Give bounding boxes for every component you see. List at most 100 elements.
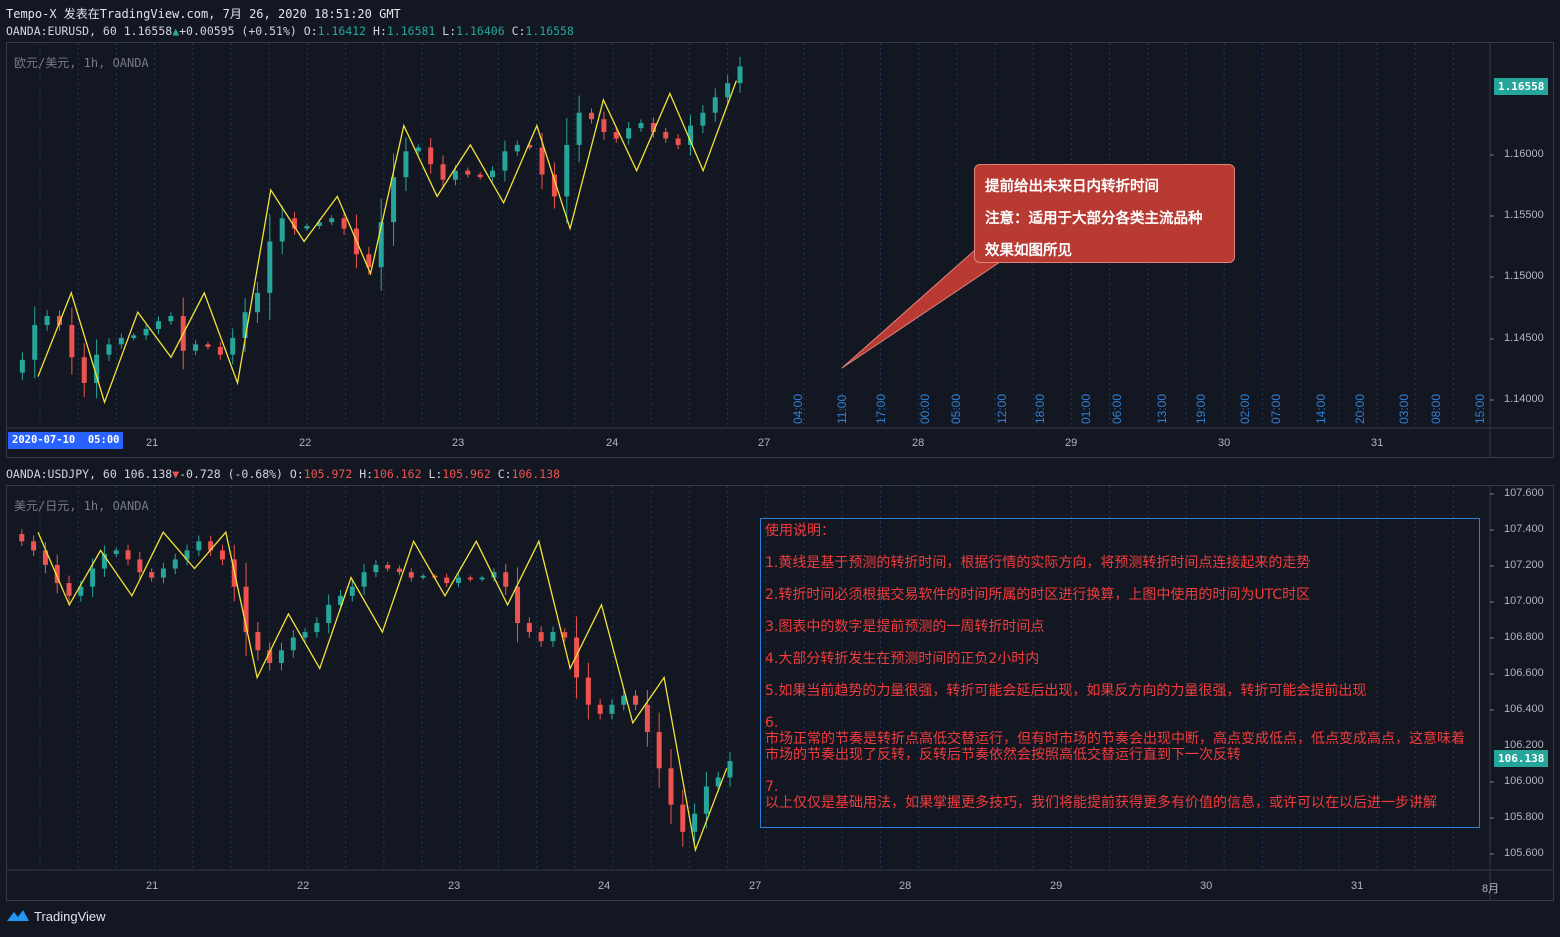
date-tick-label: 23 (452, 437, 465, 449)
forecast-time-label: 20:00 (1353, 394, 1367, 424)
notes-title: 使用说明： (765, 523, 835, 539)
callout-line-2: 注意：适用于大部分各类主流品种 (985, 211, 1203, 227)
candle-body (106, 344, 112, 355)
forecast-time-label: 04:00 (791, 394, 805, 424)
candle-body (69, 325, 75, 358)
candle-body (638, 123, 644, 129)
callout-pointer (841, 249, 1002, 369)
forecast-time-label: 15:00 (1473, 394, 1487, 424)
candle-body (329, 218, 335, 223)
notes-item-5: 5.如果当前趋势的力量很强，转折可能会延后出现，如果反方向的力量很强，转折可能会… (765, 683, 1367, 699)
date-tick-label: 30 (1218, 437, 1231, 449)
date-tick-label: 31 (1351, 880, 1364, 892)
forecast-time-label: 06:00 (1110, 394, 1124, 424)
candle-body (725, 83, 731, 98)
forecast-time-label: 11:00 (835, 395, 849, 424)
candle-body (539, 147, 545, 175)
candle-body (428, 147, 434, 165)
forecast-time-label: 07:00 (1269, 394, 1283, 424)
date-tick-label: 8月 (1482, 883, 1500, 895)
candle-body (440, 164, 446, 180)
forecast-time-label: 02:00 (1238, 394, 1252, 424)
notes-item-4: 4.大部分转折发生在预测时间的正负2小时内 (765, 651, 1040, 667)
price-tick-label: 105.600 (1504, 847, 1544, 859)
tradingview-logo-icon (7, 910, 29, 921)
forecast-time-label: 13:00 (1155, 394, 1169, 424)
notes-item-2: 2.转折时间必须根据交易软件的时间所属的时区进行换算，上图中使用的时间为UTC时… (765, 587, 1311, 603)
usdjpy-watermark: 美元/日元, 1h, OANDA (14, 499, 149, 513)
candle-body (490, 170, 496, 178)
notes-item-7: 以上仅仅是基础用法，如果掌握更多技巧，我们将能提前获得更多有价值的信息，或许可以… (765, 795, 1437, 811)
candle-body (712, 97, 718, 113)
notes-item-6: 市场正常的节奏是转折点高低交替运行，但有时市场的节奏会出现中断，高点变成低点，低… (765, 731, 1465, 763)
notes-item-7-num: 7. (765, 779, 779, 795)
usdjpy-open-label: O: (289, 467, 304, 481)
usage-notes: 使用说明： 1.黄线是基于预测的转折时间，根据行情的实际方向，将预测转折时间点连… (760, 518, 1480, 828)
date-tick-label: 22 (297, 880, 310, 892)
candle-body (304, 225, 310, 229)
candle-body (675, 138, 681, 145)
date-tick-label: 29 (1050, 880, 1063, 892)
usdjpy-low-label: L: (428, 467, 443, 481)
candle-body (143, 328, 149, 336)
usdjpy-low: 105.962 (442, 467, 491, 481)
forecast-callout: 提前给出未来日内转折时间 注意：适用于大部分各类主流品种 效果如图所见 (974, 164, 1235, 263)
candle-body (452, 170, 458, 180)
date-tick-label: 28 (899, 880, 912, 892)
usdjpy-legend: OANDA:USDJPY, 60 106.138▼-0.728 (-0.68%)… (6, 467, 560, 481)
date-tick-label: 21 (146, 437, 159, 449)
candle-body (155, 321, 161, 329)
price-tick-label: 105.800 (1504, 811, 1544, 823)
eurusd-price-tag: 1.16558 (1494, 78, 1549, 95)
date-tick-label: 24 (598, 880, 611, 892)
date-tick-label: 29 (1065, 437, 1078, 449)
candle-body (267, 241, 273, 293)
date-tick-label: 31 (1371, 437, 1384, 449)
candle-body (32, 325, 38, 360)
candle-body (168, 316, 174, 322)
usdjpy-symbol: OANDA:USDJPY, 60 (6, 467, 117, 481)
price-tick-label: 106.400 (1504, 703, 1544, 715)
candle-body (613, 132, 619, 139)
notes-item-3: 3.图表中的数字是提前预测的一周转折时间点 (765, 619, 1045, 635)
candle-body (415, 147, 421, 152)
callout-line-1: 提前给出未来日内转折时间 (985, 179, 1159, 195)
date-tick-label: 22 (299, 437, 312, 449)
candle-body (131, 335, 137, 338)
tradingview-logo[interactable]: TradingView (6, 908, 106, 924)
forecast-time-label: 17:00 (874, 394, 888, 424)
candle-body (626, 128, 632, 139)
candle-body (230, 337, 236, 355)
price-tick-label: 107.200 (1504, 559, 1544, 571)
date-tick-label: 30 (1200, 880, 1213, 892)
candle-body (254, 292, 260, 313)
date-tick-label: 21 (146, 880, 159, 892)
usdjpy-price-tag: 106.138 (1494, 750, 1549, 767)
candle-body (477, 174, 483, 178)
candle-body (737, 66, 743, 84)
candle-body (242, 312, 248, 338)
price-tick-label: 107.600 (1504, 487, 1544, 499)
candle-body (465, 170, 471, 175)
forecast-time-label: 14:00 (1314, 394, 1328, 424)
forecast-time-label: 01:00 (1079, 394, 1093, 424)
candle-body (279, 218, 285, 242)
notes-item-6-num: 6. (765, 715, 779, 731)
price-tick-label: 1.15000 (1504, 270, 1544, 282)
date-tick-label: 24 (606, 437, 619, 449)
price-tick-label: 107.000 (1504, 595, 1544, 607)
price-tick-label: 107.400 (1504, 523, 1544, 535)
crosshair-time-tag: 2020-07-10 05:00 (8, 432, 124, 449)
forecast-time-label: 08:00 (1429, 394, 1443, 424)
candle-body (601, 119, 607, 133)
usdjpy-high-label: H: (359, 467, 374, 481)
price-tick-label: 1.15500 (1504, 209, 1544, 221)
price-tick-label: 106.000 (1504, 775, 1544, 787)
price-tick-label: 1.14500 (1504, 332, 1544, 344)
candle-body (576, 112, 582, 145)
eurusd-watermark: 欧元/美元, 1h, OANDA (14, 56, 149, 70)
forecast-time-label: 00:00 (918, 394, 932, 424)
usdjpy-close: 106.138 (511, 467, 561, 481)
candle-body (564, 144, 570, 197)
usdjpy-last: 106.138 (123, 467, 173, 481)
